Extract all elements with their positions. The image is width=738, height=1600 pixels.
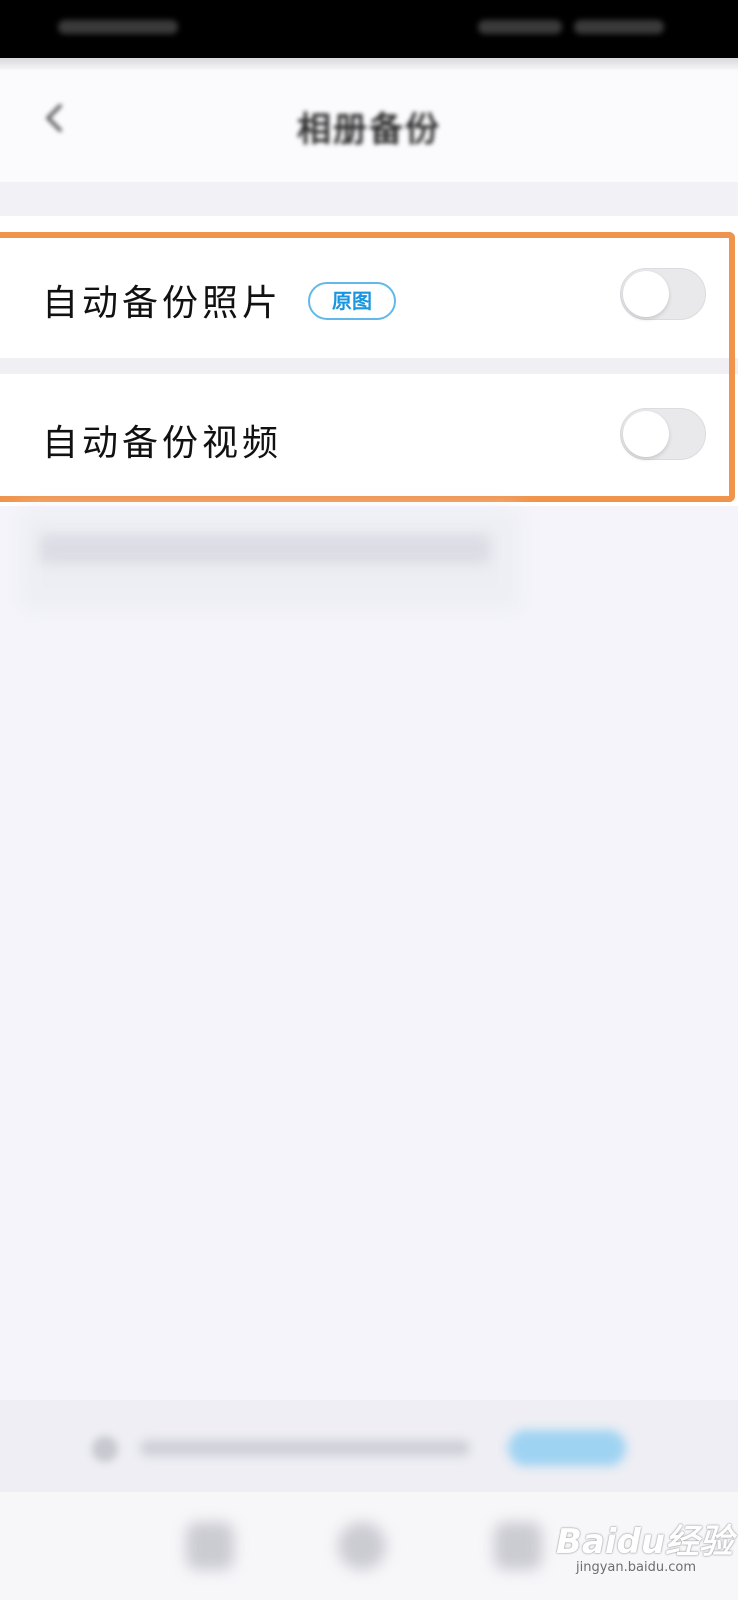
blurred-hint-text	[40, 534, 490, 564]
watermark-domain: jingyan.baidu.com	[576, 1560, 696, 1575]
nav-shadow	[0, 58, 738, 70]
auto-backup-videos-row[interactable]: 自动备份视频	[0, 374, 738, 498]
toggle-knob	[623, 411, 669, 457]
status-bar	[0, 0, 738, 58]
auto-backup-videos-toggle[interactable]	[620, 408, 706, 460]
baidu-jingyan-watermark: Baidu经验 jingyan.baidu.com	[556, 1522, 734, 1576]
auto-backup-photos-toggle[interactable]	[620, 268, 706, 320]
toggle-knob	[623, 271, 669, 317]
tab-icon[interactable]	[338, 1522, 386, 1570]
section-divider	[0, 182, 738, 216]
tab-icon[interactable]	[186, 1522, 234, 1570]
original-quality-badge[interactable]: 原图	[308, 282, 396, 320]
banner-text	[140, 1440, 470, 1456]
watermark-logo: Baidu经验	[556, 1522, 734, 1562]
banner-icon	[92, 1436, 118, 1462]
bottom-banner	[0, 1400, 738, 1492]
row-separator	[0, 358, 738, 374]
navigation-bar: 相册备份	[0, 70, 738, 182]
banner-action-button[interactable]	[508, 1430, 626, 1466]
tab-icon[interactable]	[494, 1522, 542, 1570]
auto-backup-videos-label: 自动备份视频	[42, 423, 283, 464]
page-title: 相册备份	[297, 110, 441, 150]
status-bar-indicators	[478, 20, 562, 34]
auto-backup-photos-label: 自动备份照片	[42, 283, 283, 324]
battery-icon	[574, 20, 664, 34]
status-bar-carrier	[58, 20, 178, 34]
backup-settings-list: 自动备份照片 原图 自动备份视频	[0, 216, 738, 506]
auto-backup-photos-row[interactable]: 自动备份照片 原图	[0, 234, 738, 358]
